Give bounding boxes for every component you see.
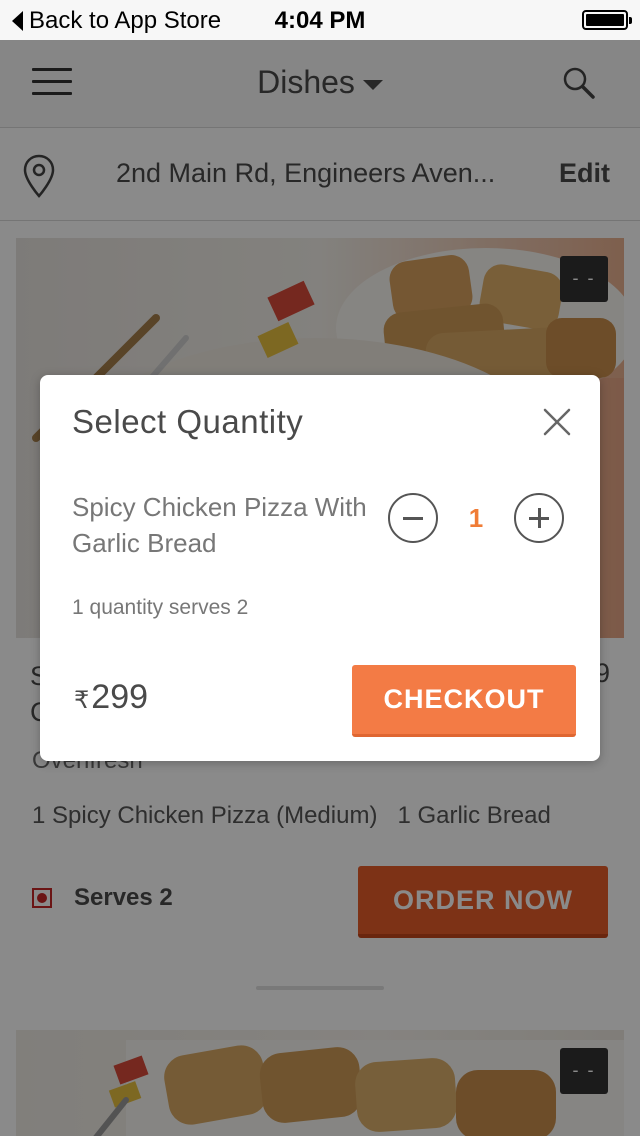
serves-note: 1 quantity serves 2: [72, 596, 249, 619]
checkout-button[interactable]: CHECKOUT: [352, 665, 576, 737]
quantity-stepper: 1: [388, 492, 564, 544]
decrease-quantity-button[interactable]: [388, 493, 438, 543]
total-price: ₹299: [74, 678, 148, 717]
battery-icon: [582, 10, 632, 30]
minus-icon: [403, 516, 423, 520]
dish-name: Spicy Chicken Pizza With Garlic Bread: [72, 492, 367, 558]
status-bar: Back to App Store 4:04 PM: [0, 0, 640, 40]
rupee-symbol: ₹: [74, 687, 90, 714]
quantity-value: 1: [468, 502, 484, 533]
increase-quantity-button[interactable]: [514, 493, 564, 543]
select-quantity-dialog: Select Quantity Spicy Chicken Pizza With…: [40, 375, 600, 761]
price-value: 299: [91, 678, 149, 716]
close-icon[interactable]: [540, 405, 574, 439]
status-time: 4:04 PM: [274, 7, 366, 34]
dialog-title: Select Quantity: [72, 403, 304, 440]
